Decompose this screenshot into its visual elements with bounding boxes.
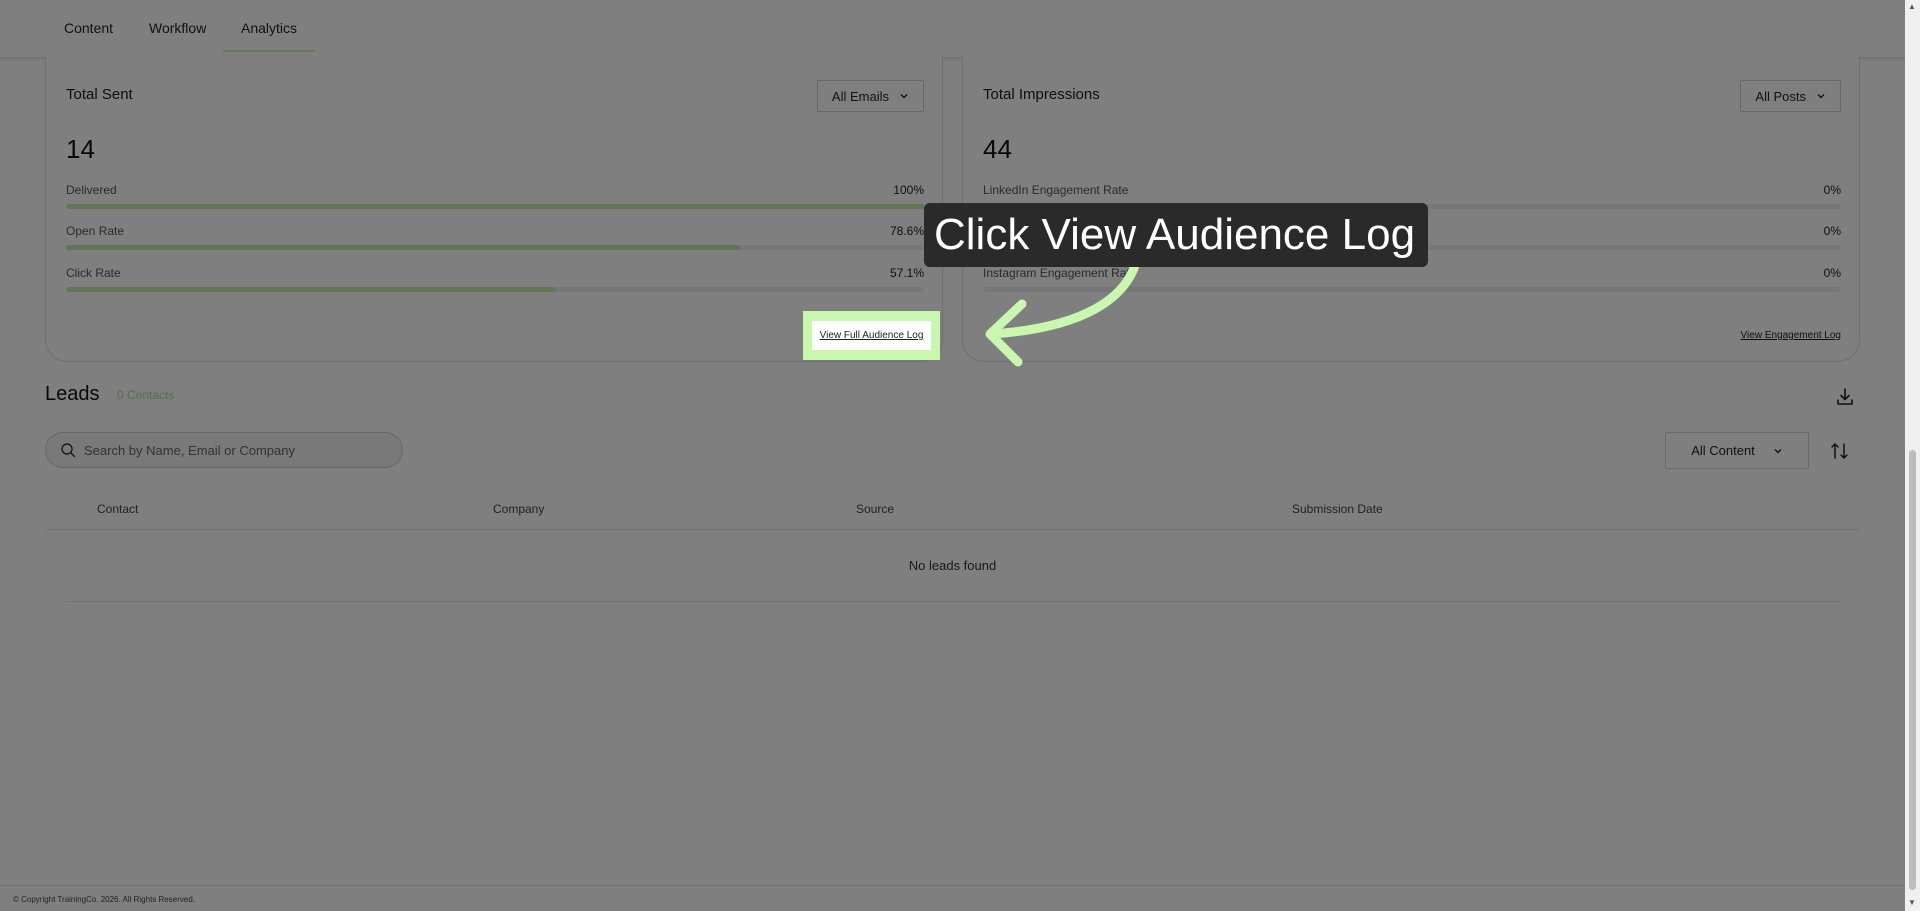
table-empty-row: No leads found [65,530,1840,602]
highlighted-link-label: View Full Audience Log [819,330,924,341]
select-label: All Content [1691,443,1755,458]
card-title: Total Sent [66,86,133,103]
progress-fill [66,204,924,209]
dropdown-label: All Posts [1755,88,1806,104]
column-header-company: Company [493,502,545,516]
metric-value: 0% [1823,224,1841,238]
content-filter-select[interactable]: All Content [1665,432,1809,469]
leads-count-badge: 0 Contacts [117,388,175,402]
highlight-box: View Full Audience Log [803,311,940,360]
top-tab-bar: Content Workflow Analytics [0,0,1905,58]
instruction-callout: Click View Audience Log [924,203,1428,267]
email-filter-dropdown[interactable]: All Emails [816,80,924,112]
chevron-down-icon [1817,94,1825,99]
posts-filter-dropdown[interactable]: All Posts [1740,80,1841,112]
progress-bar [66,287,924,292]
download-icon[interactable] [1834,386,1856,408]
sort-icon[interactable] [1829,440,1851,462]
leads-search [45,432,403,468]
progress-bar [66,204,924,209]
dropdown-label: All Emails [831,88,889,104]
search-icon [61,443,76,458]
search-input[interactable] [84,433,384,467]
column-header-contact: Contact [97,502,139,516]
progress-fill [66,245,741,250]
metric-value: 0% [1823,183,1841,197]
scroll-up-icon[interactable]: ▲ [1908,2,1916,11]
metric-label: Click Rate [66,266,121,280]
card-title: Total Impressions [983,86,1100,103]
chevron-down-icon [900,94,908,99]
chevron-down-icon [1774,448,1782,453]
tab-workflow[interactable]: Workflow [149,20,206,36]
empty-state-text: No leads found [908,558,997,573]
vertical-scrollbar[interactable]: ▲ ▼ [1905,0,1920,911]
scroll-down-icon[interactable]: ▼ [1908,898,1916,907]
column-header-source: Source [856,502,895,516]
metric-label: Open Rate [66,224,125,238]
progress-bar [66,245,924,250]
tab-content[interactable]: Content [64,20,113,36]
metric-value: 78.6% [889,224,924,238]
leads-table-header: Contact Company Source Submission Date [45,496,1860,530]
progress-fill [66,287,556,292]
analytics-page: Content Workflow Analytics Total Sent Al… [0,0,1905,911]
column-header-submission-date: Submission Date [1292,502,1383,516]
total-sent-value: 14 [66,134,95,164]
copyright-text: © Copyright TrainingCo. 2026. All Rights… [13,895,195,904]
pointer-arrow-icon [985,250,1143,367]
metric-value: 57.1% [889,266,924,280]
metric-label: Delivered [66,183,117,197]
metric-label: LinkedIn Engagement Rate [983,183,1129,197]
highlighted-link-target[interactable]: View Full Audience Log [812,321,931,350]
footer: © Copyright TrainingCo. 2026. All Rights… [0,885,1905,911]
total-impressions-value: 44 [983,134,1012,164]
scroll-thumb[interactable] [1909,450,1916,890]
view-engagement-log-link[interactable]: View Engagement Log [1741,330,1841,341]
tab-analytics[interactable]: Analytics [223,20,316,52]
leads-title: Leads [45,383,100,405]
metric-value: 0% [1823,266,1841,280]
metric-value: 100% [893,183,924,197]
